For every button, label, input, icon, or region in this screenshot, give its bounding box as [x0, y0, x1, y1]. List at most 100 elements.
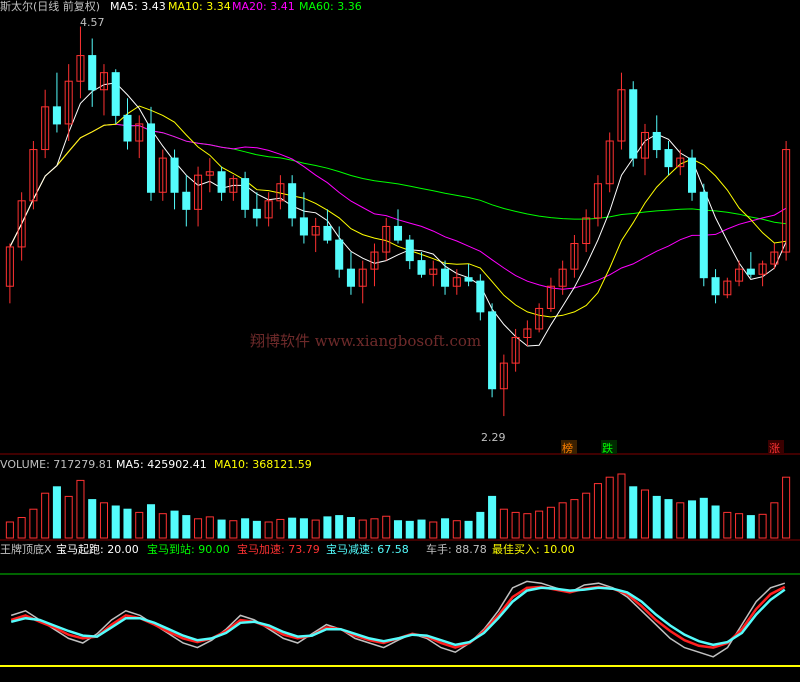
volume-bar — [41, 492, 50, 539]
volume-bar — [711, 505, 720, 539]
candle-body — [335, 239, 344, 270]
volume-bar — [393, 520, 403, 539]
indicator-lines — [10, 580, 786, 658]
volume-bar — [323, 516, 332, 539]
ma10-label: MA10: 3.34 — [168, 0, 231, 13]
volume-bar — [652, 495, 661, 539]
candle-body — [88, 55, 97, 91]
volume-bar — [546, 506, 555, 539]
candle-body — [405, 239, 414, 262]
candle-body — [288, 183, 297, 219]
volume-bar — [382, 515, 391, 539]
candle-body — [323, 225, 332, 241]
volume-bar — [299, 518, 308, 539]
volume-bar — [464, 520, 473, 539]
volume-bar — [535, 510, 544, 539]
volume-bar — [429, 521, 438, 539]
candle-body — [241, 178, 250, 210]
volume-bar — [452, 520, 461, 539]
candle-body — [217, 171, 226, 193]
volume-bar — [123, 508, 132, 539]
candle-body — [441, 268, 450, 287]
volume-bar — [288, 517, 297, 539]
candle-body — [699, 191, 708, 279]
volume-ma5-label: MA5: 425902.41 — [116, 458, 207, 471]
volume-bar — [64, 495, 73, 539]
candle-body — [464, 277, 473, 282]
volume-bar — [194, 518, 203, 539]
volume-label: VOLUME: 717279.81 — [0, 458, 113, 471]
volume-ma10-label: MA10: 368121.59 — [214, 458, 312, 471]
svg-text:跌: 跌 — [602, 441, 613, 455]
svg-text:涨: 涨 — [769, 442, 780, 455]
candle-body — [299, 217, 308, 236]
volume-bar — [570, 499, 579, 539]
volume-bar — [723, 511, 732, 539]
ma20-path — [9, 123, 787, 290]
ma5-label: MA5: 3.43 — [110, 0, 166, 13]
volume-bar — [241, 518, 250, 539]
candle-body — [146, 123, 156, 193]
volume-bar — [699, 497, 708, 539]
candle-body — [664, 149, 673, 168]
volume-bar — [511, 511, 520, 539]
volume-bars — [5, 473, 791, 539]
volume-bar — [276, 518, 285, 539]
volume-bar — [88, 499, 97, 539]
volume-bar — [358, 519, 367, 539]
candle-body — [111, 72, 120, 116]
candle-body — [688, 157, 697, 193]
volume-bar — [664, 499, 673, 539]
volume-bar — [335, 515, 344, 539]
candle-body — [652, 131, 661, 151]
candle-body — [123, 114, 132, 142]
volume-bar — [311, 519, 320, 539]
volume-bar — [417, 519, 426, 539]
volume-bar — [264, 521, 273, 539]
volume-bar — [111, 505, 120, 539]
volume-bar — [146, 504, 156, 539]
candle-body — [488, 311, 497, 390]
signal-tag-zhang: 涨 — [768, 440, 784, 455]
stock-chart[interactable]: 斯太尔(日线 前复权) MA5: 3.43 MA10: 3.34 MA20: 3… — [0, 0, 800, 682]
ma20-line — [9, 123, 787, 290]
signal-tag-die: 跌 — [601, 440, 617, 455]
volume-bar — [605, 476, 614, 539]
volume-bar — [688, 500, 697, 539]
ma20-label: MA20: 3.41 — [232, 0, 295, 13]
volume-bar — [488, 495, 497, 539]
volume-bar — [770, 502, 779, 539]
volume-bar — [229, 520, 238, 539]
volume-bar — [17, 517, 26, 539]
volume-bar — [746, 515, 755, 539]
indicator-start: 宝马起跑: 20.00 — [56, 542, 139, 556]
candle-body — [393, 225, 403, 241]
volume-bar — [170, 510, 179, 539]
volume-bar — [370, 518, 379, 539]
indicator-buy: 最佳买入: 10.00 — [492, 542, 575, 556]
high-price-label: 4.57 — [80, 16, 105, 29]
volume-bar — [441, 518, 450, 539]
volume-bar — [676, 502, 685, 539]
volume-bar — [76, 479, 85, 539]
candle-body — [252, 208, 261, 219]
volume-bar — [135, 511, 144, 539]
volume-bar — [346, 517, 355, 539]
candle-body — [417, 260, 426, 275]
indicator-decel: 宝马减速: 67.58 — [326, 542, 409, 556]
volume-bar — [5, 521, 14, 539]
indicator-name: 王牌顶底X — [0, 542, 52, 556]
candle-body — [182, 191, 191, 210]
indicator-driver: 车手: 88.78 — [426, 542, 487, 556]
ma60-label: MA60: 3.36 — [299, 0, 362, 13]
volume-bar — [593, 483, 602, 539]
indicator-accel: 宝马加速: 73.79 — [237, 542, 320, 556]
volume-bar — [182, 515, 191, 539]
candle-body — [170, 157, 179, 193]
volume-bar — [640, 489, 650, 539]
volume-bar — [735, 513, 744, 539]
volume-bar — [499, 508, 508, 539]
volume-bar — [523, 513, 532, 539]
candle-body — [711, 277, 720, 296]
watermark: 翔博软件 www.xiangbosoft.com — [250, 332, 481, 350]
